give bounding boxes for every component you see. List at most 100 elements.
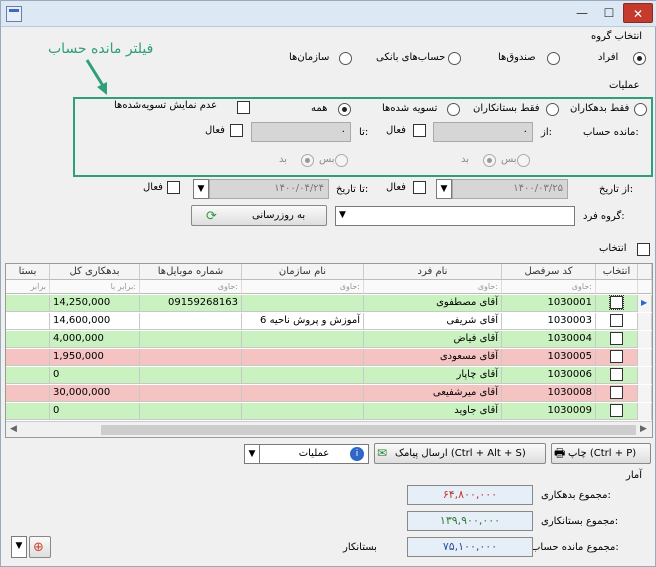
radio-group-persons-label: افراد	[598, 52, 619, 63]
radio-settled[interactable]	[447, 103, 460, 116]
table-row[interactable]: 1030008 آقای میرشفیعی 30,000,000	[6, 385, 652, 402]
cell-code: 1030008	[502, 385, 596, 402]
radio-group-cashboxes[interactable]	[547, 52, 560, 65]
refresh-button[interactable]: ⟳ به روزرسانی	[191, 205, 327, 226]
row-select-checkbox[interactable]	[610, 386, 623, 399]
cell-credit	[6, 403, 50, 420]
operations-dropdown[interactable]: عملیات i	[259, 444, 369, 464]
minimize-button[interactable]: —	[569, 3, 595, 23]
cell-name: آقای چاپار	[364, 367, 502, 384]
radio-settled-label: تسویه شده‌ها	[382, 103, 438, 114]
col-header-code[interactable]: کد سرفصل	[502, 264, 596, 280]
row-select-cell	[596, 313, 638, 330]
row-header[interactable]: ▶	[638, 295, 652, 312]
filter-code[interactable]: حاوی:	[502, 280, 596, 294]
radio-from-credit[interactable]	[517, 154, 530, 167]
date-from-dropdown-button[interactable]: ▼	[436, 179, 452, 199]
date-to-input[interactable]: ۱۴۰۰/۰۴/۲۴	[209, 179, 329, 199]
radio-group-organizations[interactable]	[339, 52, 352, 65]
cell-org: آموزش و پروش ناحیه 6	[242, 313, 364, 330]
table-row[interactable]: 1030004 آقای فیاض 4,000,000	[6, 331, 652, 348]
row-header[interactable]	[638, 403, 652, 420]
close-button[interactable]: ✕	[623, 3, 653, 23]
filter-mobile[interactable]: حاوی:	[140, 280, 242, 294]
date-to-active-checkbox[interactable]	[167, 181, 180, 194]
table-row[interactable]: 1030006 آقای چاپار 0	[6, 367, 652, 384]
col-header-credit[interactable]: بستا	[6, 264, 50, 280]
row-select-checkbox[interactable]	[610, 350, 623, 363]
balance-from-active-checkbox[interactable]	[413, 124, 426, 137]
people-grid[interactable]: انتخاب کد سرفصل نام فرد نام سازمان شماره…	[5, 263, 653, 438]
row-select-checkbox[interactable]	[610, 404, 623, 417]
row-header[interactable]	[638, 349, 652, 366]
radio-to-credit[interactable]	[335, 154, 348, 167]
balance-to-input[interactable]: ۰	[251, 122, 351, 142]
row-header[interactable]	[638, 367, 652, 384]
row-select-cell	[596, 385, 638, 402]
cell-debt: 14,600,000	[50, 313, 140, 330]
radio-only-creditors[interactable]	[546, 103, 559, 116]
operations-dropdown-button[interactable]: ▼	[244, 444, 260, 464]
scroll-right-icon[interactable]: ▶	[640, 424, 647, 434]
radio-to-debit[interactable]	[301, 154, 314, 167]
group-select-title: انتخاب گروه	[591, 31, 643, 42]
horizontal-scrollbar[interactable]: ◀ ▶	[6, 421, 652, 437]
row-select-checkbox[interactable]	[610, 368, 623, 381]
col-header-name[interactable]: نام فرد	[364, 264, 502, 280]
filter-debt[interactable]: برابر با:	[50, 280, 140, 294]
send-sms-button[interactable]: ✉ ارسال پیامک (Ctrl + Alt + S)	[374, 443, 546, 464]
row-select-checkbox[interactable]	[609, 295, 624, 310]
cell-org	[242, 295, 364, 312]
row-select-checkbox[interactable]	[610, 332, 623, 345]
balance-from-input[interactable]: ۰	[433, 122, 533, 142]
date-from-active-checkbox[interactable]	[413, 181, 426, 194]
scroll-left-icon[interactable]: ◀	[10, 424, 17, 434]
row-header[interactable]	[638, 331, 652, 348]
radio-only-debtors[interactable]	[634, 103, 647, 116]
total-debt-value: ۶۴,۸۰۰,۰۰۰	[407, 485, 533, 505]
select-all-checkbox[interactable]	[637, 243, 650, 256]
bottom-dropdown-button[interactable]: ▼	[11, 536, 27, 558]
person-group-select[interactable]	[335, 206, 575, 226]
col-header-mobile[interactable]: شماره موبایل‌ها	[140, 264, 242, 280]
date-from-input[interactable]: ۱۴۰۰/۰۳/۲۵	[452, 179, 568, 199]
filter-org[interactable]: حاوی:	[242, 280, 364, 294]
app-icon	[6, 6, 22, 22]
date-to-dropdown-button[interactable]: ▼	[193, 179, 209, 199]
radio-group-bank-accounts[interactable]	[448, 52, 461, 65]
col-header-org[interactable]: نام سازمان	[242, 264, 364, 280]
select-all-label: انتخاب	[599, 243, 627, 254]
table-row[interactable]: ▶ 1030001 آقای مصطفوی 09159268163 14,250,000	[6, 295, 652, 312]
radio-group-persons[interactable]	[633, 52, 646, 65]
cell-credit	[6, 331, 50, 348]
balance-type-label: بستانکار	[343, 542, 377, 553]
operations-title: عملیات	[609, 80, 640, 91]
total-debt-label: مجموع بدهکاری:	[541, 490, 611, 501]
filter-row-header	[638, 280, 652, 294]
cell-code: 1030006	[502, 367, 596, 384]
col-header-select[interactable]: انتخاب	[596, 264, 638, 280]
radio-all[interactable]	[338, 103, 351, 116]
send-sms-button-label: ارسال پیامک (Ctrl + Alt + S)	[395, 448, 526, 459]
maximize-button[interactable]: ☐	[596, 3, 622, 23]
lifebuoy-icon: ⊕	[33, 540, 44, 555]
row-select-checkbox[interactable]	[610, 314, 623, 327]
hide-settled-checkbox[interactable]	[237, 101, 250, 114]
balance-to-active-checkbox[interactable]	[230, 124, 243, 137]
table-row[interactable]: 1030009 آقای جاوید 0	[6, 403, 652, 420]
radio-group-organizations-label: سازمان‌ها	[289, 52, 330, 63]
table-row[interactable]: 1030003 آقای شریفی آموزش و پروش ناحیه 6 14,…	[6, 313, 652, 330]
col-header-debt[interactable]: بدهکاری کل	[50, 264, 140, 280]
table-row[interactable]: 1030005 آقای مسعودی 1,950,000	[6, 349, 652, 366]
print-button[interactable]: 🖶 چاپ (Ctrl + P)	[551, 443, 651, 464]
row-header[interactable]	[638, 385, 652, 402]
radio-from-debit[interactable]	[483, 154, 496, 167]
filter-credit[interactable]: برابر	[6, 280, 50, 294]
help-button[interactable]: ⊕	[29, 536, 51, 558]
row-select-cell	[596, 331, 638, 348]
filter-name[interactable]: حاوی:	[364, 280, 502, 294]
row-header[interactable]	[638, 313, 652, 330]
cell-name: آقای فیاض	[364, 331, 502, 348]
person-group-label: گروه فرد:	[583, 211, 625, 222]
scrollbar-thumb[interactable]	[101, 425, 636, 435]
